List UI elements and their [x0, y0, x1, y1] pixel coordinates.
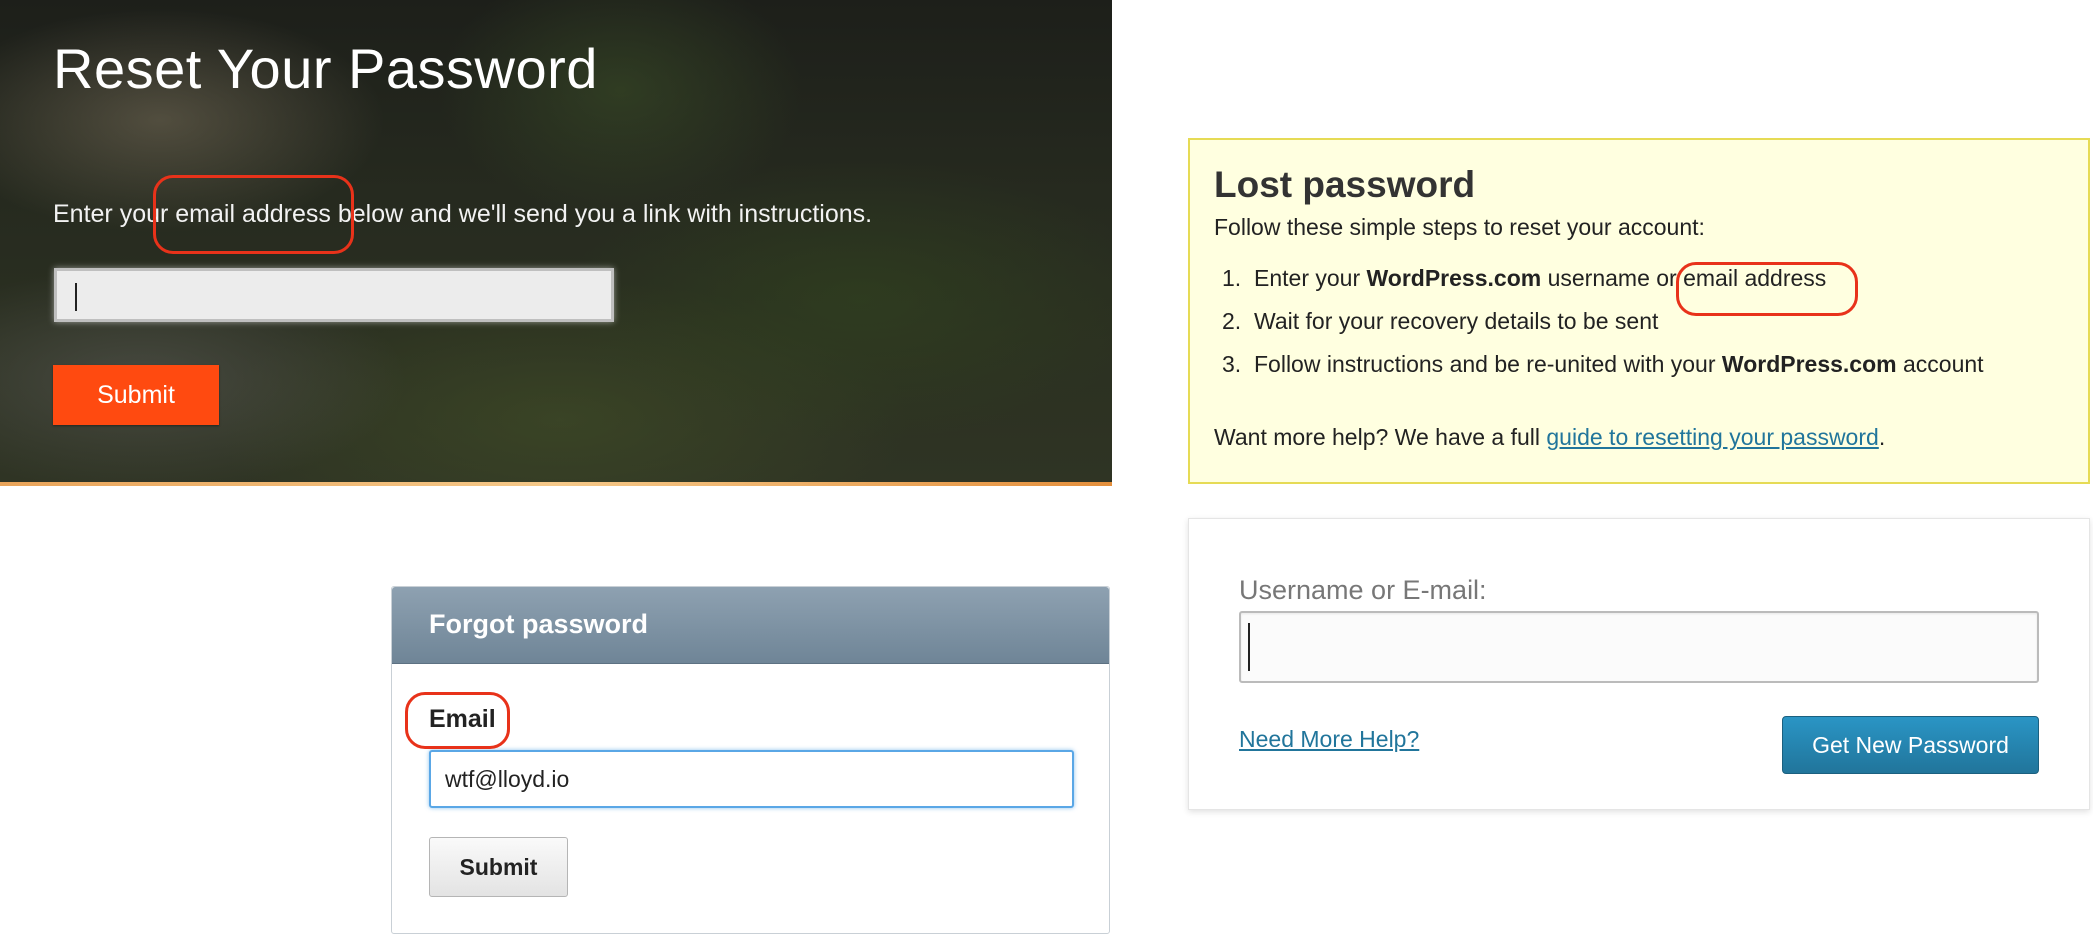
forgot-title: Forgot password [429, 609, 649, 639]
lost-password-notice: Lost password Follow these simple steps … [1188, 138, 2090, 484]
steps-list: 1. Enter your WordPress.com username or e… [1214, 265, 1984, 394]
reset-submit-button[interactable]: Submit [53, 365, 219, 425]
reset-guide-link[interactable]: guide to resetting your password [1546, 424, 1878, 450]
email-field[interactable] [429, 750, 1074, 808]
reset-title: Reset Your Password [53, 37, 598, 100]
reset-email-input[interactable] [54, 268, 614, 322]
text-caret [75, 283, 77, 311]
forgot-password-card: Forgot password Email Submit [391, 586, 1110, 934]
forgot-header: Forgot password [392, 587, 1109, 664]
annotation-circle [405, 692, 510, 749]
get-new-password-button[interactable]: Get New Password [1782, 716, 2039, 774]
list-item: 2. Wait for your recovery details to be s… [1222, 308, 1659, 334]
username-email-input[interactable] [1239, 611, 2039, 683]
lost-title: Lost password [1214, 164, 1476, 205]
wp-lost-password-form: Username or E-mail: Need More Help? Get … [1188, 518, 2090, 810]
forgot-submit-button[interactable]: Submit [429, 837, 568, 897]
annotation-circle [1676, 262, 1858, 316]
list-item: 1. Enter your WordPress.com username or e… [1222, 265, 1827, 291]
help-text: Want more help? We have a full guide to … [1214, 424, 1886, 450]
need-more-help-link[interactable]: Need More Help? [1239, 726, 1419, 753]
list-item: 3. Follow instructions and be re-united w… [1222, 351, 1984, 377]
text-caret [1248, 623, 1250, 671]
username-email-label: Username or E-mail: [1239, 575, 1487, 605]
annotation-circle [153, 175, 354, 254]
lost-intro: Follow these simple steps to reset your … [1214, 214, 1705, 240]
